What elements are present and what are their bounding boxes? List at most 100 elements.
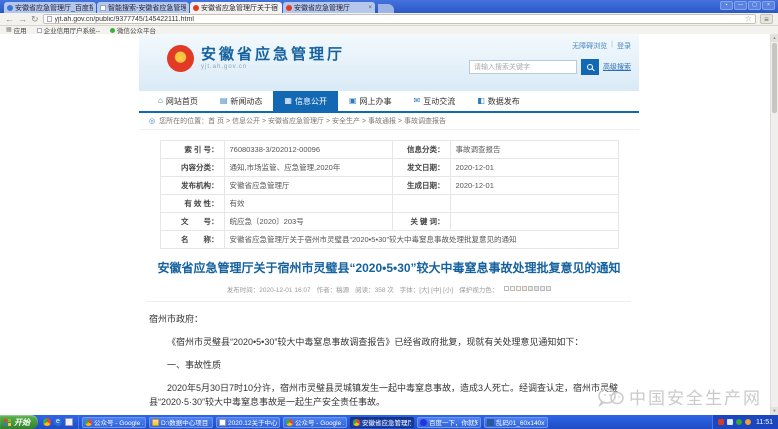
eye-protect-swatch[interactable] — [528, 286, 533, 291]
new-tab-button[interactable] — [378, 4, 394, 13]
tray-clock[interactable]: 11:51 — [756, 419, 773, 426]
nav-item-home[interactable]: ⌂ 网站首页 — [147, 91, 209, 111]
chrome-quicklaunch-icon[interactable] — [43, 418, 51, 426]
maximize-button[interactable]: ▢ — [748, 1, 761, 10]
forward-icon[interactable]: → — [18, 15, 27, 24]
meta-label: 内容分类： — [160, 159, 224, 177]
browser-menu-icon[interactable]: ≡ — [760, 14, 773, 24]
breadcrumb-text[interactable]: 您所在的位置：首 页 > 信息公开 > 安徽省应急管理厅 > 安全生产 > 事故… — [159, 116, 446, 126]
eye-protect-swatch[interactable] — [522, 286, 527, 291]
article-paragraph: 宿州市政府： — [149, 312, 629, 326]
close-tab-icon[interactable]: × — [368, 5, 372, 11]
ie-quicklaunch-icon[interactable]: e — [54, 418, 62, 426]
nav-item-interaction[interactable]: ✉ 互动交流 — [403, 91, 467, 111]
article-paragraph: 一、事故性质 — [149, 358, 629, 372]
tab-title: 安徽省应急管理厅 — [294, 3, 366, 13]
eye-protect-swatch[interactable] — [504, 286, 509, 291]
task-button-5-active[interactable]: 安徽省应急管理厅 — [350, 417, 414, 428]
scroll-up-icon[interactable]: ▲ — [771, 34, 778, 42]
browser-tab-1[interactable]: 安徽省应急管理厅_百度搜 × — [4, 2, 96, 13]
file-icon — [487, 419, 494, 426]
gov-emblem-favicon-icon — [286, 5, 292, 11]
task-label: 安徽省应急管理厅 — [362, 417, 411, 427]
url-text[interactable]: yjt.ah.gov.cn/public/9377745/145422111.h… — [55, 16, 742, 23]
search-button[interactable] — [581, 59, 599, 75]
task-label: 乱码01_60x140x70... — [496, 417, 545, 427]
baidu-icon — [420, 419, 427, 426]
eye-protect-swatch[interactable] — [546, 286, 551, 291]
search-icon — [587, 64, 593, 70]
task-button-3[interactable]: 2020.12关于中心... — [216, 417, 280, 428]
task-label: D:\数据中心项目 — [161, 417, 208, 427]
browser-tab-3-active[interactable]: 安徽省应急管理厅关于宿 × — [190, 2, 282, 13]
publish-time: 发布时间：2020-12-01 16:07 — [227, 284, 311, 294]
article-meta-row: 发布时间：2020-12-01 16:07 作者：稿源 阅读：358 次 字体：… — [139, 284, 639, 294]
security-tray-icon[interactable] — [718, 419, 724, 425]
eye-protect-swatch[interactable] — [510, 286, 515, 291]
eye-protect-swatch[interactable] — [534, 286, 539, 291]
header-top-links: 无障碍浏览 | 登录 — [572, 41, 631, 51]
link-separator: | — [611, 41, 613, 51]
window-user-button[interactable]: ▪ — [720, 1, 733, 10]
scroll-down-icon[interactable]: ▼ — [771, 407, 778, 415]
close-button[interactable]: × — [762, 1, 775, 10]
header-search-row: 高级搜索 — [469, 59, 631, 75]
task-button-4[interactable]: 公众号 - Google ... — [283, 417, 347, 428]
nav-item-online-services[interactable]: ▣ 网上办事 — [338, 91, 403, 111]
back-icon[interactable]: ← — [5, 15, 14, 24]
eye-protect-swatches — [504, 286, 551, 291]
task-button-6[interactable]: 百度一下，你就知... — [417, 417, 481, 428]
start-button[interactable]: 开始 — [0, 415, 38, 429]
nav-label: 网站首页 — [166, 96, 198, 107]
site-logo-row[interactable]: ★ 安徽省应急管理厅 yjt.ah.gov.cn — [167, 45, 345, 72]
baidu-favicon-icon — [7, 5, 13, 11]
advanced-search-link[interactable]: 高级搜索 — [603, 62, 631, 72]
meta-value — [450, 213, 618, 231]
desktop-quicklaunch-icon[interactable] — [65, 418, 73, 426]
refresh-icon[interactable]: ↻ — [31, 15, 39, 24]
meta-label: 关 键 词： — [392, 213, 450, 231]
scrollbar-thumb[interactable] — [772, 43, 777, 113]
tab-title: 智能搜索-安徽省应急管理 × — [108, 3, 186, 13]
quick-launch-bar: e — [38, 415, 79, 429]
eye-protect-swatch[interactable] — [540, 286, 545, 291]
windows-taskbar: 开始 e 公众号 - Google ... D:\数据中心项目 2020.12关… — [0, 415, 778, 429]
bookmark-star-icon[interactable]: ☆ — [745, 15, 752, 23]
meta-label: 信息分类： — [392, 141, 450, 159]
window-controls: ▪ — ▢ × — [720, 1, 775, 10]
nav-item-news[interactable]: ▤ 新闻动态 — [209, 91, 274, 111]
address-bar[interactable]: yjt.ah.gov.cn/public/9377745/145422111.h… — [43, 14, 756, 24]
site-domain: yjt.ah.gov.cn — [201, 64, 345, 70]
wechat-bubbles-icon — [598, 387, 624, 407]
font-size-controls[interactable]: 字体：[大] [中] [小] — [400, 284, 453, 294]
chrome-icon — [286, 419, 293, 426]
update-tray-icon[interactable] — [745, 419, 751, 425]
home-icon: ⌂ — [158, 97, 163, 105]
minimize-button[interactable]: — — [734, 1, 747, 10]
windows-logo-icon — [4, 419, 11, 426]
nav-item-data-release[interactable]: ◧ 数据发布 — [466, 91, 531, 111]
site-title-block: 安徽省应急管理厅 yjt.ah.gov.cn — [201, 47, 345, 70]
gov-emblem-favicon-icon — [193, 5, 199, 11]
meta-value: 76080338-3/202012-00096 — [224, 141, 392, 159]
page-favicon-icon — [100, 5, 106, 11]
data-release-icon: ◧ — [477, 97, 485, 105]
task-button-2[interactable]: D:\数据中心项目 — [149, 417, 213, 428]
browser-tab-4[interactable]: 安徽省应急管理厅 × — [283, 2, 375, 13]
login-link[interactable]: 登录 — [617, 41, 631, 51]
table-row: 索 引 号： 76080338-3/202012-00096 信息分类： 事故调… — [160, 141, 618, 159]
accessibility-link[interactable]: 无障碍浏览 — [572, 41, 607, 51]
task-button-1[interactable]: 公众号 - Google ... — [82, 417, 146, 428]
nav-label: 信息公开 — [295, 96, 327, 107]
nav-item-info-disclosure[interactable]: ▦ 信息公开 — [273, 91, 338, 111]
eye-protect-swatch[interactable] — [516, 286, 521, 291]
browser-tab-2[interactable]: 智能搜索-安徽省应急管理 × — [97, 2, 189, 13]
author: 作者：稿源 — [317, 284, 350, 294]
volume-tray-icon[interactable] — [727, 419, 733, 425]
meta-label — [392, 195, 450, 213]
wechat-tray-icon[interactable] — [736, 419, 742, 425]
task-button-7[interactable]: 乱码01_60x140x70... — [484, 417, 548, 428]
vertical-scrollbar[interactable]: ▲ ▼ — [770, 34, 778, 415]
meta-value: 2020-12-01 — [450, 159, 618, 177]
search-input[interactable] — [469, 60, 577, 74]
